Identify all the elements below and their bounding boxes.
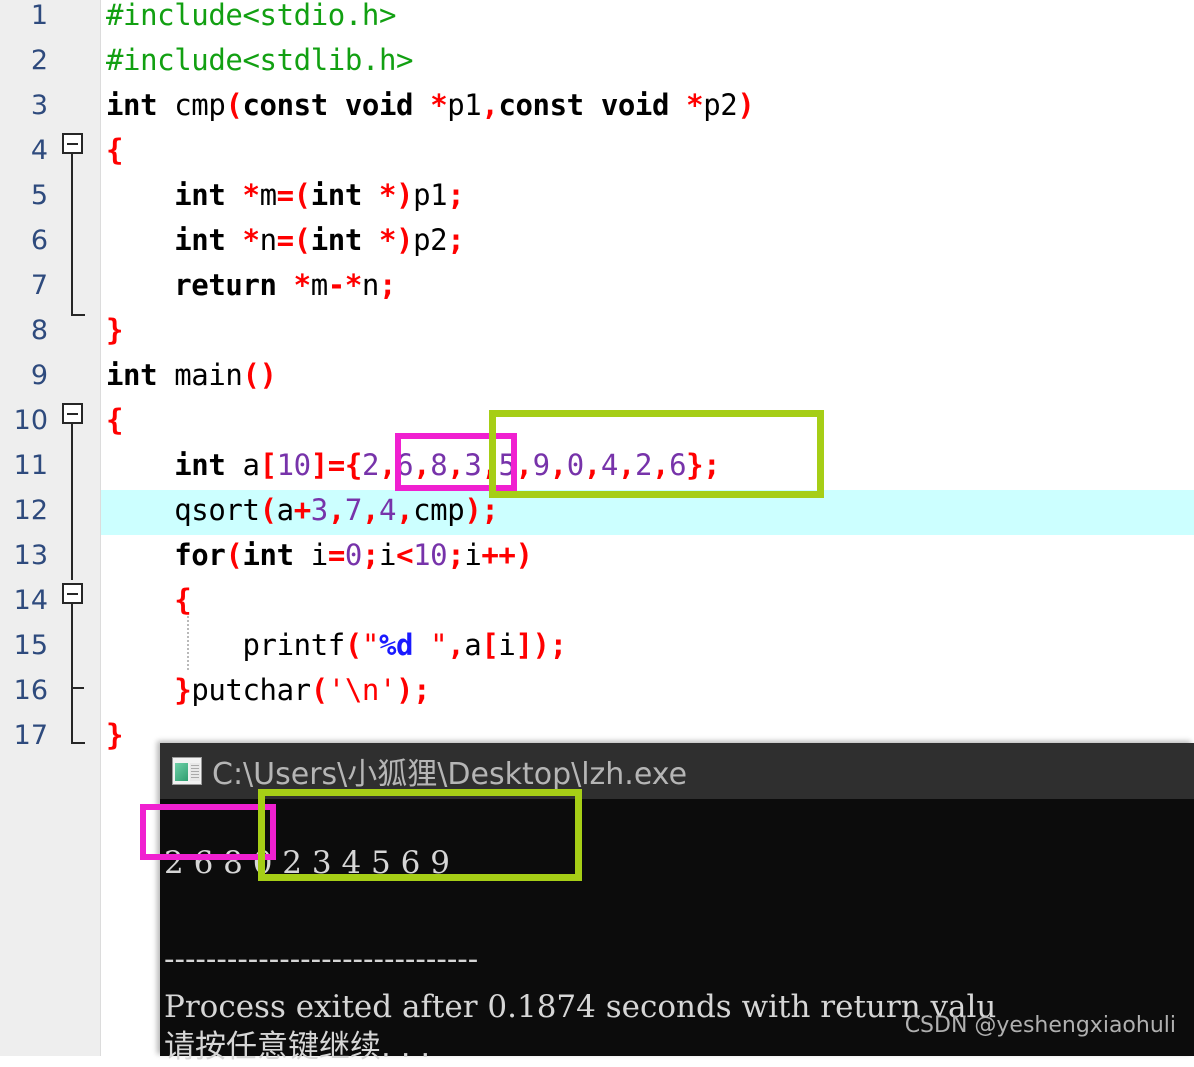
line-number: 9 (30, 360, 48, 391)
line-number: 5 (30, 180, 48, 211)
code-line-15: printf("%d ",a[i]); (242, 628, 567, 662)
fold-end-line-17 (71, 742, 85, 744)
line-number: 2 (30, 45, 48, 76)
line-number: 1 (30, 0, 48, 31)
line-number: 17 (13, 720, 48, 751)
watermark: CSDN @yeshengxiaohuli (904, 1013, 1176, 1038)
code-line-9: int main() (106, 358, 277, 392)
fold-tick-line-16 (71, 687, 84, 689)
code-line-17: } (106, 718, 124, 752)
fold-toggle-line-4[interactable] (62, 133, 83, 154)
fold-markers-column[interactable] (58, 0, 100, 1056)
fold-guide-line-4 (71, 154, 73, 316)
fold-toggle-line-10[interactable] (62, 403, 83, 424)
code-line-16: }putchar('\n'); (174, 673, 431, 707)
code-line-8: } (106, 313, 124, 347)
code-line-4: { (106, 133, 124, 167)
line-number: 4 (30, 135, 48, 166)
code-line-11: int a[10]={2,6,8,3,5,9,0,4,2,6}; (174, 448, 721, 482)
console-press-any-key: 请按任意键继续. . . (164, 1029, 431, 1065)
line-number: 12 (13, 495, 48, 526)
fold-guide-line-10 (71, 424, 73, 580)
code-line-10: { (106, 403, 124, 437)
code-line-14: { (174, 583, 192, 617)
console-output-values: 2 6 8 0 2 3 4 5 6 9 (164, 845, 450, 881)
console-title: C:\Users\小狐狸\Desktop\lzh.exe (212, 757, 688, 792)
console-output: 2 6 8 0 2 3 4 5 6 9 --------------------… (160, 799, 1194, 1065)
code-line-1: #include<stdio.h> (106, 0, 397, 32)
fold-toggle-line-14[interactable] (62, 583, 83, 604)
line-number: 13 (13, 540, 48, 571)
code-line-2: #include<stdlib.h> (106, 43, 414, 77)
line-number: 7 (30, 270, 48, 301)
code-line-13: for(int i=0;i<10;i++) (174, 538, 533, 572)
console-window[interactable]: C:\Users\小狐狸\Desktop\lzh.exe 2 6 8 0 2 3… (160, 743, 1194, 1065)
fold-guide-line-14 (71, 604, 73, 744)
fold-end-line-8 (71, 314, 85, 316)
line-number: 3 (30, 90, 48, 121)
code-line-5: int *m=(int *)p1; (174, 178, 465, 212)
line-number: 15 (13, 630, 48, 661)
line-number-gutter[interactable]: 1 2 3 4 5 6 7 8 9 10 11 12 13 14 15 16 1… (0, 0, 101, 1056)
line-number: 16 (13, 675, 48, 706)
line-number: 6 (30, 225, 48, 256)
code-line-3: int cmp(const void *p1,const void *p2) (106, 88, 755, 122)
console-app-icon (172, 757, 202, 785)
code-line-7: return *m-*n; (174, 268, 397, 302)
console-exit-message: Process exited after 0.1874 seconds with… (164, 989, 997, 1025)
code-line-6: int *n=(int *)p2; (174, 223, 465, 257)
line-number: 10 (13, 405, 48, 436)
line-number: 14 (13, 585, 48, 616)
code-line-12: qsort(a+3,7,4,cmp); (174, 493, 499, 527)
line-number: 11 (13, 450, 48, 481)
line-number: 8 (30, 315, 48, 346)
console-titlebar[interactable]: C:\Users\小狐狸\Desktop\lzh.exe (160, 743, 1194, 799)
console-separator: ------------------------------ (164, 941, 479, 977)
